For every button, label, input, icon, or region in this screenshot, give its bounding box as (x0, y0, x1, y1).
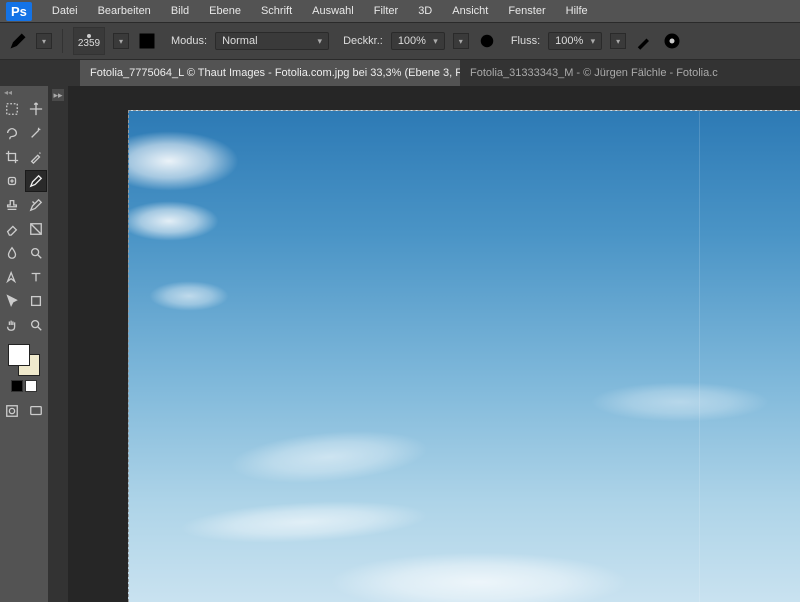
eraser-tool[interactable] (1, 218, 23, 240)
menu-ebene[interactable]: Ebene (199, 1, 251, 21)
gradient-tool[interactable] (25, 218, 47, 240)
lasso-tool[interactable] (1, 122, 23, 144)
pressure-size-icon[interactable] (662, 31, 682, 51)
tab-active-title: Fotolia_7775064_L © Thaut Images - Fotol… (90, 67, 460, 79)
toolbox: ◂◂ (0, 86, 48, 602)
menu-3d[interactable]: 3D (408, 1, 442, 21)
brush-tool-icon[interactable] (8, 31, 28, 51)
history-brush-tool[interactable] (25, 194, 47, 216)
default-colors-icon[interactable] (11, 380, 37, 392)
menu-filter[interactable]: Filter (364, 1, 408, 21)
stamp-tool[interactable] (1, 194, 23, 216)
gutter-toggle-icon[interactable]: ▸▸ (51, 88, 65, 102)
blur-tool[interactable] (1, 242, 23, 264)
tab-inactive[interactable]: Fotolia_31333343_M - © Jürgen Fälchle - … (460, 60, 728, 86)
pen-tool[interactable] (1, 266, 23, 288)
marquee-tool[interactable] (1, 98, 23, 120)
canvas-area: ▸▸ (48, 86, 800, 602)
main-area: ◂◂ (0, 86, 800, 602)
foreground-color[interactable] (8, 344, 30, 366)
toolbox-collapse-icon[interactable]: ◂◂ (0, 88, 48, 98)
menu-bild[interactable]: Bild (161, 1, 199, 21)
dodge-tool[interactable] (25, 242, 47, 264)
flow-label: Fluss: (511, 35, 540, 47)
quickmask-tool[interactable] (1, 400, 23, 422)
pressure-opacity-icon[interactable] (477, 31, 497, 51)
menu-fenster[interactable]: Fenster (498, 1, 555, 21)
panel-gutter[interactable]: ▸▸ (48, 86, 68, 602)
brush-size-value: 2359 (78, 38, 100, 49)
document-tabs: Fotolia_7775064_L © Thaut Images - Fotol… (0, 60, 800, 86)
menu-schrift[interactable]: Schrift (251, 1, 302, 21)
menu-bearbeiten[interactable]: Bearbeiten (88, 1, 161, 21)
menu-auswahl[interactable]: Auswahl (302, 1, 364, 21)
move-tool[interactable] (25, 98, 47, 120)
flow-flyout[interactable]: ▾ (610, 33, 626, 49)
app-logo: Ps (6, 2, 32, 21)
screenmode-tool[interactable] (25, 400, 47, 422)
healing-tool[interactable] (1, 170, 23, 192)
airbrush-icon[interactable] (634, 31, 654, 51)
shape-tool[interactable] (25, 290, 47, 312)
hand-tool[interactable] (1, 314, 23, 336)
brush-dropdown[interactable]: ▾ (113, 33, 129, 49)
menu-ansicht[interactable]: Ansicht (442, 1, 498, 21)
eyedropper-tool[interactable] (25, 146, 47, 168)
brush-preview[interactable]: 2359 (73, 27, 105, 55)
crop-tool[interactable] (1, 146, 23, 168)
menubar: Ps Datei Bearbeiten Bild Ebene Schrift A… (0, 0, 800, 22)
menu-hilfe[interactable]: Hilfe (556, 1, 598, 21)
canvas[interactable] (128, 110, 800, 602)
opacity-label: Deckkr.: (343, 35, 383, 47)
opacity-dropdown[interactable]: 100% (391, 32, 445, 50)
mode-dropdown[interactable]: Normal (215, 32, 329, 50)
flow-dropdown[interactable]: 100% (548, 32, 602, 50)
mode-label: Modus: (171, 35, 207, 47)
options-bar: ▾ 2359 ▾ Modus: Normal Deckkr.: 100% ▾ F… (0, 22, 800, 60)
opacity-flyout[interactable]: ▾ (453, 33, 469, 49)
tab-active[interactable]: Fotolia_7775064_L © Thaut Images - Fotol… (80, 60, 460, 86)
wand-tool[interactable] (25, 122, 47, 144)
tab-inactive-title: Fotolia_31333343_M - © Jürgen Fälchle - … (470, 67, 718, 79)
brush-tool[interactable] (25, 170, 47, 192)
tool-preset-dropdown[interactable]: ▾ (36, 33, 52, 49)
color-swatches[interactable] (8, 344, 40, 376)
path-select-tool[interactable] (1, 290, 23, 312)
type-tool[interactable] (25, 266, 47, 288)
image-content (128, 131, 239, 191)
brush-panel-icon[interactable] (137, 31, 157, 51)
menu-datei[interactable]: Datei (42, 1, 88, 21)
zoom-tool[interactable] (25, 314, 47, 336)
